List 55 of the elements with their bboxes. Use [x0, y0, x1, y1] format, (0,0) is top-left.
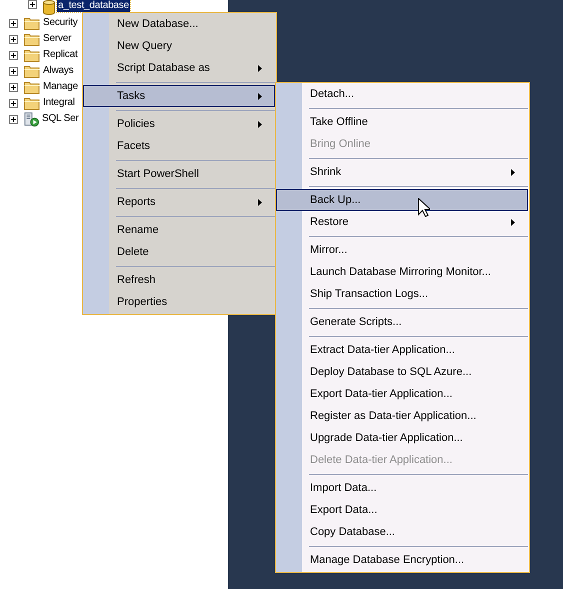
- tree-item[interactable]: Replicat: [42, 49, 79, 61]
- tree-item[interactable]: Always: [42, 65, 74, 77]
- menu-item[interactable]: Script Database as: [83, 57, 275, 79]
- menu-item[interactable]: Delete: [83, 241, 275, 263]
- menu-item[interactable]: Reports: [83, 191, 275, 213]
- expand-icon[interactable]: [9, 18, 18, 28]
- menu-item[interactable]: Rename: [83, 219, 275, 241]
- menu-item[interactable]: Register as Data-tier Application...: [276, 405, 528, 427]
- expand-icon[interactable]: [9, 66, 18, 76]
- menu-item[interactable]: Copy Database...: [276, 521, 528, 543]
- menu-item[interactable]: Manage Database Encryption...: [276, 549, 528, 571]
- server-agent-icon: [24, 112, 39, 126]
- tree-item[interactable]: Integral: [42, 97, 76, 109]
- menu-item[interactable]: Shrink: [276, 161, 528, 183]
- expand-icon[interactable]: [9, 98, 18, 108]
- folder-icon: [24, 32, 40, 46]
- menu-item[interactable]: Generate Scripts...: [276, 311, 528, 333]
- menu-item[interactable]: Export Data-tier Application...: [276, 383, 528, 405]
- folder-icon: [24, 80, 40, 94]
- menu-item[interactable]: Properties: [83, 291, 275, 313]
- menu-item[interactable]: Start PowerShell: [83, 163, 275, 185]
- menu-item[interactable]: Take Offline: [276, 111, 528, 133]
- menu-item[interactable]: Tasks: [83, 85, 275, 107]
- menu-item[interactable]: Policies: [83, 113, 275, 135]
- menu-item[interactable]: Refresh: [83, 269, 275, 291]
- menu-item[interactable]: New Database...: [83, 13, 275, 35]
- folder-icon: [24, 96, 40, 110]
- menu-item[interactable]: Mirror...: [276, 239, 528, 261]
- tree-item[interactable]: a_test_database: [57, 0, 130, 12]
- menu-item[interactable]: Extract Data-tier Application...: [276, 339, 528, 361]
- tree-item[interactable]: Manage: [42, 81, 79, 93]
- menu-item[interactable]: Back Up...: [276, 189, 528, 211]
- menu-item[interactable]: Facets: [83, 135, 275, 157]
- expand-icon[interactable]: [9, 82, 18, 92]
- menu-item[interactable]: New Query: [83, 35, 275, 57]
- menu-item[interactable]: Export Data...: [276, 499, 528, 521]
- menu-item[interactable]: Restore: [276, 211, 528, 233]
- pointer-icon: [418, 198, 430, 217]
- tree-item[interactable]: Security: [42, 17, 79, 29]
- tree-item[interactable]: Server: [42, 33, 72, 45]
- menu-item[interactable]: Detach...: [276, 83, 528, 105]
- menu-item[interactable]: Upgrade Data-tier Application...: [276, 427, 528, 449]
- menu-item[interactable]: Ship Transaction Logs...: [276, 283, 528, 305]
- folder-icon: [24, 48, 40, 62]
- menu-item[interactable]: Launch Database Mirroring Monitor...: [276, 261, 528, 283]
- menu-item[interactable]: Import Data...: [276, 477, 528, 499]
- tree-item[interactable]: SQL Ser: [41, 113, 80, 125]
- database-icon: [43, 0, 55, 15]
- folder-icon: [24, 64, 40, 78]
- expand-icon[interactable]: [28, 0, 37, 9]
- expand-icon[interactable]: [9, 114, 18, 124]
- expand-icon[interactable]: [9, 34, 18, 44]
- folder-icon: [24, 16, 40, 30]
- menu-item[interactable]: Deploy Database to SQL Azure...: [276, 361, 528, 383]
- expand-icon[interactable]: [9, 50, 18, 60]
